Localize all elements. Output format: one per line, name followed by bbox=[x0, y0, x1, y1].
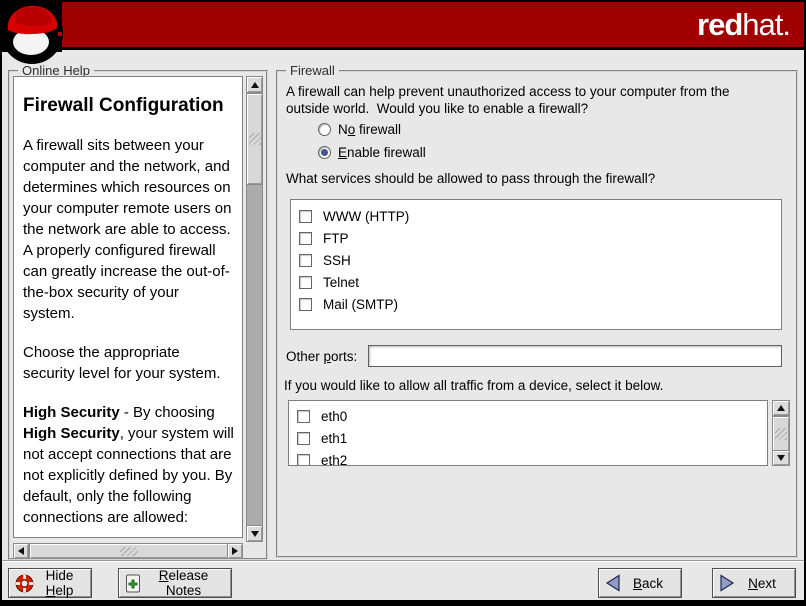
firewall-intro-text: A firewall can help prevent unauthorized… bbox=[286, 83, 786, 117]
service-row-mail[interactable]: Mail (SMTP) bbox=[291, 293, 781, 315]
release-notes-label: Release Notes bbox=[142, 568, 231, 598]
device-scroll-up-button[interactable] bbox=[772, 400, 790, 416]
wordmark-bold: red bbox=[697, 7, 742, 42]
redhat-shadowman-icon bbox=[2, 2, 66, 66]
help-paragraph-2: Choose the appropriate security level fo… bbox=[23, 342, 234, 384]
bottom-separator bbox=[2, 560, 804, 562]
online-help-panel: Online Help Firewall Configuration A fir… bbox=[8, 70, 268, 560]
help-title: Firewall Configuration bbox=[23, 95, 234, 117]
arrow-up-icon bbox=[251, 82, 259, 88]
checkbox-icon[interactable] bbox=[297, 410, 310, 423]
help-vscroll-thumb[interactable] bbox=[246, 93, 263, 185]
firewall-panel: Firewall A firewall can help prevent una… bbox=[276, 70, 798, 558]
help-scroll-down-button[interactable] bbox=[246, 525, 263, 542]
arrow-left-icon bbox=[18, 547, 24, 555]
other-ports-input[interactable] bbox=[368, 345, 782, 367]
help-text-viewport: Firewall Configuration A firewall sits b… bbox=[13, 76, 243, 538]
checkbox-icon[interactable] bbox=[299, 210, 312, 223]
arrow-down-icon bbox=[777, 455, 785, 461]
back-arrow-icon bbox=[605, 574, 621, 592]
arrow-down-icon bbox=[251, 531, 259, 537]
radio-no-firewall-label: No firewall bbox=[338, 122, 401, 137]
help-scroll-up-button[interactable] bbox=[246, 76, 263, 93]
device-row-eth1[interactable]: eth1 bbox=[289, 427, 767, 449]
checkbox-icon[interactable] bbox=[299, 298, 312, 311]
radio-button-icon[interactable] bbox=[318, 123, 331, 136]
radio-enable-firewall[interactable]: Enable firewall bbox=[318, 145, 426, 160]
service-row-telnet[interactable]: Telnet bbox=[291, 271, 781, 293]
life-ring-icon bbox=[15, 574, 34, 593]
checkbox-icon[interactable] bbox=[299, 254, 312, 267]
radio-button-selected-icon[interactable] bbox=[318, 146, 331, 159]
device-row-eth0[interactable]: eth0 bbox=[289, 405, 767, 427]
next-button[interactable]: Next bbox=[712, 568, 796, 598]
other-ports-label: Other ports: bbox=[286, 349, 357, 364]
device-list-scrollbar[interactable] bbox=[772, 400, 790, 466]
service-row-ftp[interactable]: FTP bbox=[291, 227, 781, 249]
device-vscroll-thumb[interactable] bbox=[772, 416, 790, 452]
device-list[interactable]: eth0 eth1 eth2 bbox=[288, 400, 768, 466]
hide-help-button[interactable]: Hide Help bbox=[8, 568, 92, 598]
hide-help-label: Hide Help bbox=[34, 568, 91, 598]
checkbox-icon[interactable] bbox=[299, 276, 312, 289]
help-horizontal-scrollbar[interactable] bbox=[13, 543, 243, 559]
radio-no-firewall[interactable]: No firewall bbox=[318, 122, 401, 137]
release-notes-button[interactable]: Release Notes bbox=[118, 568, 232, 598]
service-row-ssh[interactable]: SSH bbox=[291, 249, 781, 271]
next-arrow-icon bbox=[719, 574, 735, 592]
device-scroll-down-button[interactable] bbox=[772, 450, 790, 466]
checkbox-icon[interactable] bbox=[297, 432, 310, 445]
help-scroll-right-button[interactable] bbox=[227, 543, 243, 559]
device-row-eth2[interactable]: eth2 bbox=[289, 449, 767, 466]
redhat-wordmark: redhat. bbox=[697, 7, 790, 43]
brand-banner bbox=[2, 2, 804, 50]
next-label: Next bbox=[735, 576, 795, 591]
release-notes-icon bbox=[125, 574, 142, 593]
service-row-www[interactable]: WWW (HTTP) bbox=[291, 205, 781, 227]
wordmark-light: hat. bbox=[742, 7, 790, 42]
checkbox-icon[interactable] bbox=[297, 454, 310, 467]
help-vertical-scrollbar[interactable] bbox=[246, 76, 263, 542]
help-paragraph-3: High Security - By choosing High Securit… bbox=[23, 402, 234, 528]
help-paragraph-1: A firewall sits between your computer an… bbox=[23, 135, 234, 324]
back-button[interactable]: Back bbox=[598, 568, 682, 598]
services-question: What services should be allowed to pass … bbox=[286, 171, 655, 186]
help-scroll-left-button[interactable] bbox=[13, 543, 29, 559]
arrow-right-icon bbox=[232, 547, 238, 555]
scroll-grip-icon bbox=[249, 133, 261, 145]
arrow-up-icon bbox=[777, 405, 785, 411]
services-list[interactable]: WWW (HTTP) FTP SSH Telnet Mail (SMTP) bbox=[290, 199, 782, 330]
back-label: Back bbox=[621, 576, 681, 591]
device-instruction: If you would like to allow all traffic f… bbox=[284, 378, 663, 393]
scroll-grip-icon bbox=[120, 547, 138, 556]
help-hscroll-thumb[interactable] bbox=[29, 543, 229, 559]
firewall-frame-label: Firewall bbox=[286, 63, 339, 78]
checkbox-icon[interactable] bbox=[299, 232, 312, 245]
scroll-grip-icon bbox=[775, 428, 787, 440]
radio-enable-firewall-label: Enable firewall bbox=[338, 145, 426, 160]
installer-window: redhat. Online Help Firewall Configurati… bbox=[2, 2, 804, 600]
